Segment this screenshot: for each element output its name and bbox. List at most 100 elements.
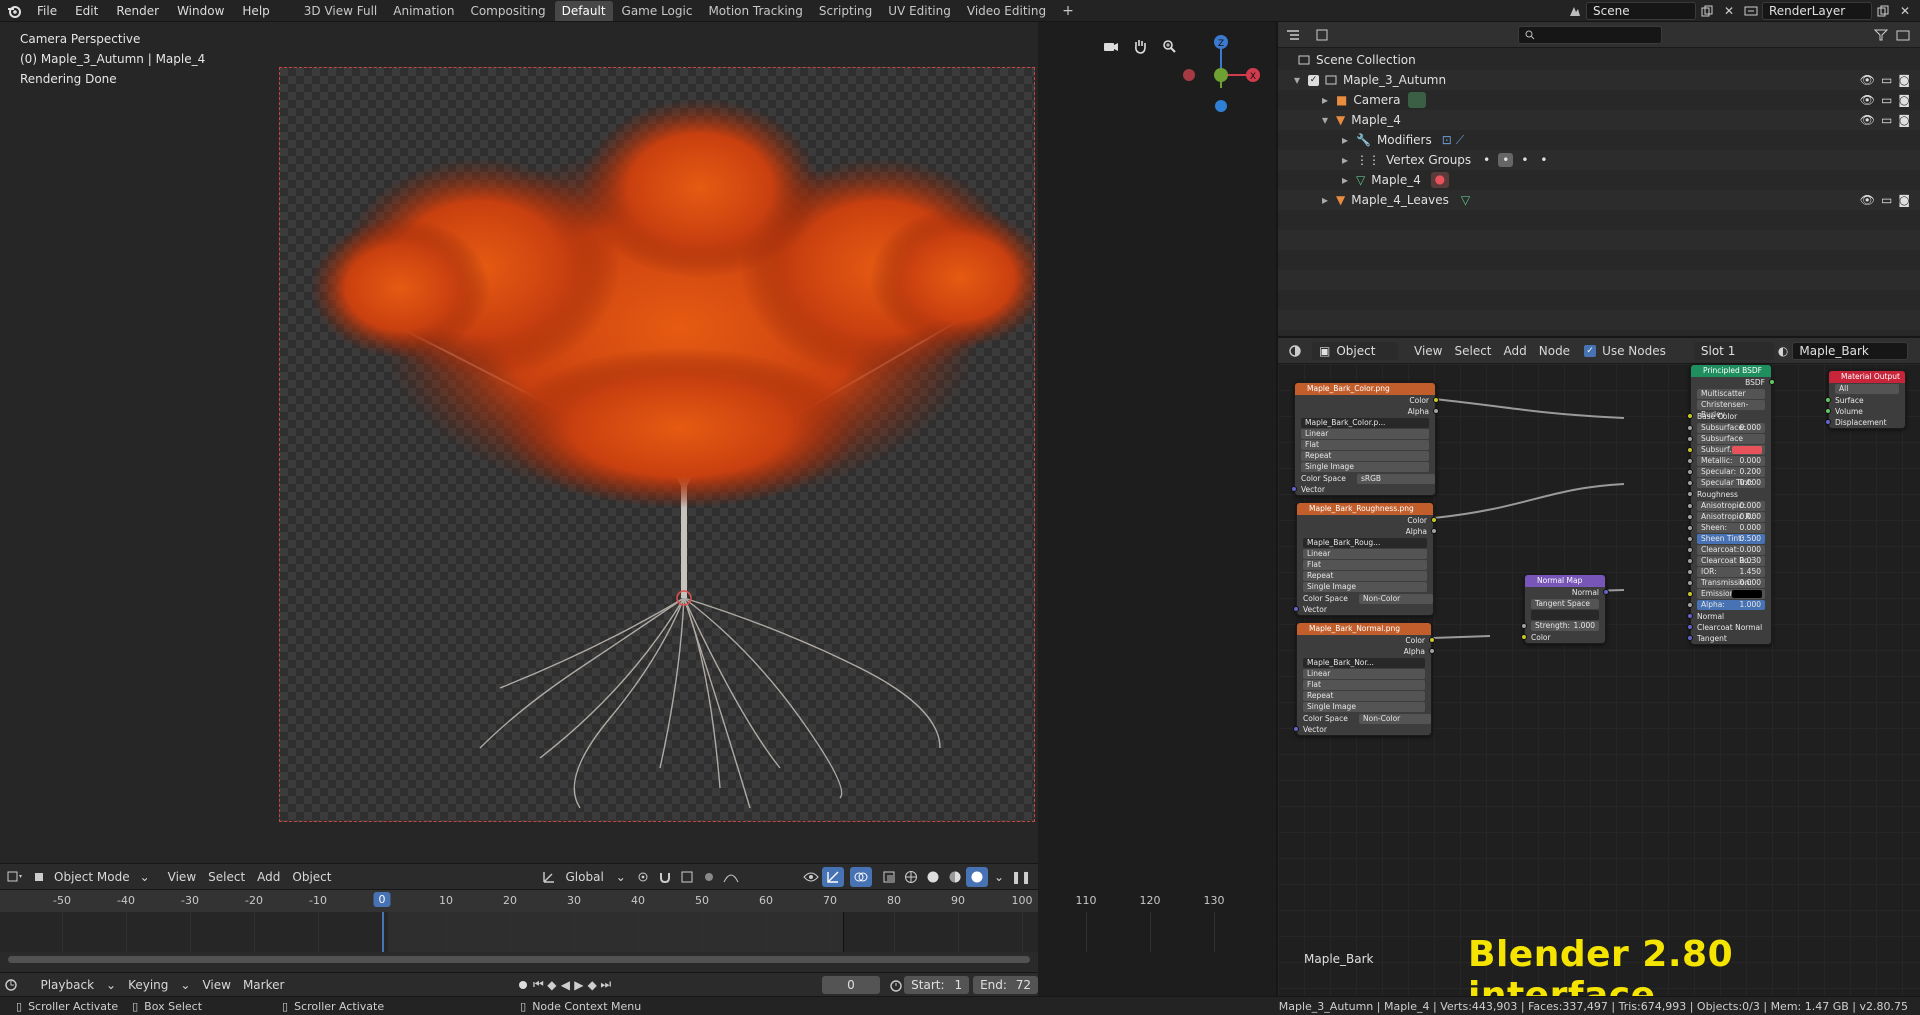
principled-bsdf-node[interactable]: Principled BSDF BSDF Multiscatter GGX Ch… xyxy=(1687,364,1775,645)
bsdf-input-field[interactable]: Anisotropic R.: 0.000 xyxy=(1687,512,1765,522)
scene-icon[interactable] xyxy=(1564,1,1586,21)
object-mode-dropdown[interactable]: Object Mode xyxy=(48,867,136,887)
render-camera-icon[interactable]: ◙ xyxy=(1898,73,1910,87)
eye-icon[interactable]: 👁 xyxy=(1860,73,1875,87)
monitor-icon[interactable]: ▭ xyxy=(1881,193,1892,207)
expand-icon[interactable]: ▾ xyxy=(1278,73,1300,87)
color-space-dropdown[interactable]: Non-Color xyxy=(1359,594,1433,604)
bsdf-input-field[interactable]: Clearcoat Ro.: 0.030 xyxy=(1687,556,1765,566)
projection-dropdown[interactable]: Flat xyxy=(1301,440,1429,450)
socket[interactable] xyxy=(1687,602,1693,608)
tl-menu-view[interactable]: View xyxy=(196,975,236,995)
socket[interactable] xyxy=(1293,726,1299,732)
expand-icon[interactable]: ▸ xyxy=(1278,93,1328,107)
socket[interactable] xyxy=(1687,580,1693,586)
solid-shading-icon[interactable] xyxy=(922,867,944,887)
tab-game-logic[interactable]: Game Logic xyxy=(615,1,700,21)
socket[interactable] xyxy=(1433,397,1439,403)
image-selector[interactable]: Maple_Bark_Roug... xyxy=(1303,538,1427,548)
socket[interactable] xyxy=(1687,447,1693,453)
input-volume[interactable]: Volume xyxy=(1825,406,1905,417)
color-space-dropdown[interactable]: sRGB xyxy=(1357,474,1435,484)
wireframe-shading-icon[interactable] xyxy=(900,867,922,887)
gizmo-toggle-icon[interactable] xyxy=(821,866,844,887)
color-space-dropdown[interactable]: Non-Color xyxy=(1359,714,1431,724)
expand-icon[interactable]: ▾ xyxy=(1278,113,1328,127)
tl-menu-playback[interactable]: Playback xyxy=(34,975,100,995)
proportional-edit-icon[interactable] xyxy=(698,867,720,887)
record-icon[interactable] xyxy=(515,975,531,995)
socket[interactable] xyxy=(1603,589,1609,595)
bsdf-input-field[interactable]: Subsurface Radius xyxy=(1687,434,1765,453)
timeline-body[interactable] xyxy=(0,912,1215,952)
input-normal[interactable]: Normal xyxy=(1687,611,1771,622)
space-dropdown[interactable]: Tangent Space xyxy=(1531,599,1599,609)
input-roughness[interactable]: Roughness xyxy=(1687,489,1771,500)
bsdf-input-field[interactable]: Subsurface: 0.000 xyxy=(1687,423,1765,433)
input-tangent[interactable]: Tangent xyxy=(1687,633,1771,644)
3d-viewport[interactable]: Camera Perspective (0) Maple_3_Autumn | … xyxy=(0,22,1038,863)
strength-field[interactable]: Strength: 1.000 xyxy=(1521,621,1599,631)
tab-video-editing[interactable]: Video Editing xyxy=(960,1,1053,21)
socket[interactable] xyxy=(1429,637,1435,643)
outliner-row-maple-4-leaves[interactable]: ▸ ▼ Maple_4_Leaves ▽ 👁 ▭ ◙ xyxy=(1278,190,1920,210)
bsdf-input-field[interactable]: Subsurf... xyxy=(1687,445,1765,455)
socket[interactable] xyxy=(1687,547,1693,553)
overlay-toggle-icon[interactable] xyxy=(849,866,872,887)
bsdf-input-field[interactable]: Sheen Tint: 0.500 xyxy=(1687,534,1765,544)
image-selector[interactable]: Maple_Bark_Nor... xyxy=(1303,658,1425,668)
tab-default[interactable]: Default xyxy=(554,0,613,21)
render-camera-icon[interactable]: ◙ xyxy=(1898,113,1910,127)
vp-menu-view[interactable]: View xyxy=(162,867,202,887)
socket[interactable] xyxy=(1687,514,1693,520)
scene-field[interactable]: Scene xyxy=(1586,1,1696,20)
tab-scripting[interactable]: Scripting xyxy=(812,1,879,21)
xray-icon[interactable] xyxy=(878,867,900,887)
input-color[interactable]: Color xyxy=(1521,632,1605,643)
close-scene-icon[interactable]: ✕ xyxy=(1718,1,1740,21)
interpolation-dropdown[interactable]: Linear xyxy=(1303,549,1427,559)
socket[interactable] xyxy=(1687,503,1693,509)
socket[interactable] xyxy=(1687,536,1693,542)
play-icon[interactable]: ▶ xyxy=(572,975,585,995)
socket[interactable] xyxy=(1291,486,1297,492)
material-shading-icon[interactable] xyxy=(944,867,966,887)
add-workspace-button[interactable]: + xyxy=(1055,1,1081,21)
menu-edit[interactable]: Edit xyxy=(66,0,107,22)
image-selector[interactable]: Maple_Bark_Color.p... xyxy=(1301,418,1429,428)
bsdf-input-field[interactable]: Specular Tint: 0.000 xyxy=(1687,478,1765,488)
monitor-icon[interactable]: ▭ xyxy=(1881,93,1892,107)
input-clearcoat-normal[interactable]: Clearcoat Normal xyxy=(1687,622,1771,633)
tab-uv-editing[interactable]: UV Editing xyxy=(881,1,958,21)
timeline-editor-icon[interactable] xyxy=(0,975,22,995)
prev-keyframe-icon[interactable]: ◆ xyxy=(545,975,558,995)
blender-logo-icon[interactable] xyxy=(0,1,28,21)
source-dropdown[interactable]: Single Image xyxy=(1301,462,1429,472)
output-alpha[interactable]: Alpha xyxy=(1297,646,1435,657)
menu-file[interactable]: File xyxy=(28,0,66,22)
extension-dropdown[interactable]: Repeat xyxy=(1303,571,1427,581)
vp-menu-object[interactable]: Object xyxy=(286,867,337,887)
socket[interactable] xyxy=(1687,480,1693,486)
socket[interactable] xyxy=(1687,469,1693,475)
socket[interactable] xyxy=(1431,517,1437,523)
output-color[interactable]: Color xyxy=(1295,395,1439,406)
outliner-row-modifiers[interactable]: ▸ 🔧 Modifiers ⊡ ⟋ xyxy=(1278,130,1920,150)
socket[interactable] xyxy=(1825,419,1831,425)
orientation-dropdown[interactable]: Global xyxy=(560,867,610,887)
render-camera-icon[interactable]: ◙ xyxy=(1898,193,1910,207)
outliner-row-maple-4-mesh[interactable]: ▸ ▽ Maple_4 ● xyxy=(1278,170,1920,190)
uv-map-field[interactable] xyxy=(1531,610,1599,620)
render-camera-icon[interactable]: ◙ xyxy=(1898,93,1910,107)
output-bsdf[interactable]: BSDF xyxy=(1691,377,1775,388)
target-dropdown[interactable]: All xyxy=(1835,384,1899,394)
socket[interactable] xyxy=(1825,397,1831,403)
socket[interactable] xyxy=(1687,591,1693,597)
snap-target-icon[interactable] xyxy=(676,867,698,887)
pan-hand-icon[interactable] xyxy=(1129,36,1150,56)
projection-dropdown[interactable]: Flat xyxy=(1303,560,1427,570)
socket[interactable] xyxy=(1687,525,1693,531)
socket[interactable] xyxy=(1521,623,1527,629)
socket[interactable] xyxy=(1521,634,1527,640)
normal-map-node[interactable]: Normal Map Normal Tangent Space Strength… xyxy=(1521,574,1609,644)
